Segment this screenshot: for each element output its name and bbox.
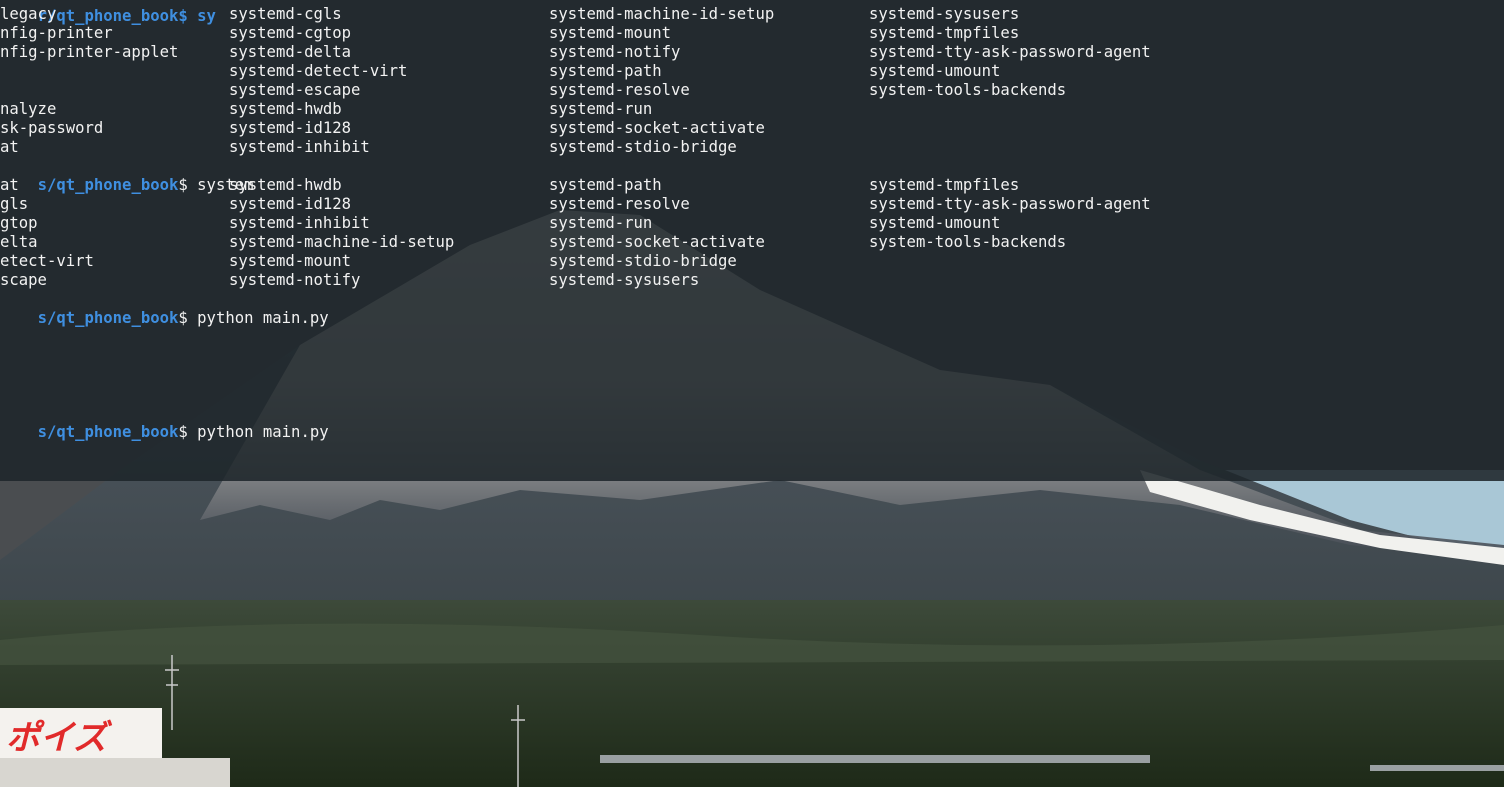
prompt-path: s/qt_phone_book [38, 480, 179, 481]
completion-item: systemd-inhibit [229, 138, 370, 156]
completion-item: systemd-resolve [549, 195, 690, 213]
terminal-current-prompt[interactable]: s/qt_phone_book$ [0, 461, 1504, 481]
completion-row: systemd-escape systemd-resolve system-to… [0, 81, 1504, 100]
completion-item: systemd-run [549, 214, 653, 232]
completion-row: nfig-printer-applet systemd-delta system… [0, 43, 1504, 62]
completion-item: systemd-cgls [229, 5, 342, 23]
completion-row: legacy systemd-cgls systemd-machine-id-s… [0, 5, 1504, 24]
completion-item: systemd-mount [549, 24, 672, 42]
completion-item: elta [0, 233, 38, 251]
prompt-path: s/qt_phone_book [37, 423, 179, 441]
billboard-sign: ポイズ [0, 706, 162, 758]
completion-item: systemd-sysusers [869, 5, 1020, 23]
completion-row: etect-virt systemd-mount systemd-stdio-b… [0, 252, 1504, 271]
completion-item: systemd-stdio-bridge [549, 138, 737, 156]
completion-item: systemd-umount [869, 62, 1001, 80]
completion-item: systemd-hwdb [229, 100, 342, 118]
completion-item: systemd-path [549, 176, 662, 194]
completion-row: at systemd-inhibit systemd-stdio-bridge [0, 138, 1504, 157]
completion-item: system-tools-backends [869, 233, 1067, 251]
completion-item: systemd-resolve [549, 81, 690, 99]
prompt-command: python main.py [187, 309, 329, 327]
completion-item: legacy [0, 5, 57, 23]
completion-item: systemd-inhibit [229, 214, 370, 232]
completion-row: sk-password systemd-id128 systemd-socket… [0, 119, 1504, 138]
completion-item: at [0, 176, 19, 194]
completion-row: nfig-printer systemd-cgtop systemd-mount… [0, 24, 1504, 43]
prompt-path: s/qt_phone_book [37, 309, 179, 327]
completion-item: nfig-printer-applet [0, 43, 179, 61]
completion-item: systemd-notify [229, 271, 361, 289]
completion-row: nalyze systemd-hwdb systemd-run [0, 100, 1504, 119]
prompt-command: python main.py [187, 423, 329, 441]
completion-item: systemd-escape [229, 81, 361, 99]
completion-item: systemd-socket-activate [549, 119, 765, 137]
terminal-prompt-line: s/qt_phone_book$ system [0, 157, 1504, 194]
completion-item: nalyze [0, 100, 57, 118]
completion-item: systemd-tmpfiles [869, 176, 1020, 194]
completion-item: systemd-id128 [229, 195, 352, 213]
completion-item: systemd-cgtop [229, 24, 352, 42]
completion-item: system-tools-backends [869, 81, 1067, 99]
completion-item: at [0, 138, 19, 156]
prompt-symbol: $ [178, 423, 188, 441]
completion-item: systemd-socket-activate [549, 233, 765, 251]
completion-item: etect-virt [0, 252, 94, 270]
completion-row: scape systemd-notify systemd-sysusers [0, 271, 1504, 290]
completion-row: systemd-detect-virt systemd-path systemd… [0, 62, 1504, 81]
completion-row: at systemd-hwdb systemd-path systemd-tmp… [0, 176, 1504, 195]
completion-item: nfig-printer [0, 24, 113, 42]
terminal-window[interactable]: r/qt_phone_book$ sy legacy systemd-cgls … [0, 0, 1504, 481]
completion-item: systemd-machine-id-setup [229, 233, 455, 251]
completion-row: gtop systemd-inhibit systemd-run systemd… [0, 214, 1504, 233]
completion-item: systemd-machine-id-setup [549, 5, 775, 23]
completion-item: gls [0, 195, 29, 213]
completion-row: elta systemd-machine-id-setup systemd-so… [0, 233, 1504, 252]
terminal-prompt-line: s/qt_phone_book$ python main.py [0, 290, 1504, 327]
completion-item: systemd-hwdb [229, 176, 342, 194]
completion-item: systemd-umount [869, 214, 1001, 232]
completion-row: gls systemd-id128 systemd-resolve system… [0, 195, 1504, 214]
terminal-prompt-line: s/qt_phone_book$ python main.py [0, 404, 1504, 441]
completion-item: systemd-tty-ask-password-agent [869, 195, 1151, 213]
completion-item: systemd-stdio-bridge [549, 252, 737, 270]
prompt-symbol: $ [178, 309, 188, 327]
completion-item: systemd-delta [229, 43, 352, 61]
completion-item: systemd-detect-virt [229, 62, 408, 80]
completion-item: sk-password [0, 119, 104, 137]
completion-item: systemd-sysusers [549, 271, 700, 289]
completion-item: scape [0, 271, 47, 289]
completion-item: systemd-mount [229, 252, 352, 270]
completion-item: systemd-tmpfiles [869, 24, 1020, 42]
prompt-symbol: $ [178, 480, 187, 481]
completion-item: systemd-path [549, 62, 662, 80]
completion-item: gtop [0, 214, 38, 232]
completion-item: systemd-tty-ask-password-agent [869, 43, 1151, 61]
billboard-text: ポイズ [6, 718, 107, 758]
completion-item: systemd-id128 [229, 119, 352, 137]
completion-item: systemd-run [549, 100, 653, 118]
completion-item: systemd-notify [549, 43, 681, 61]
